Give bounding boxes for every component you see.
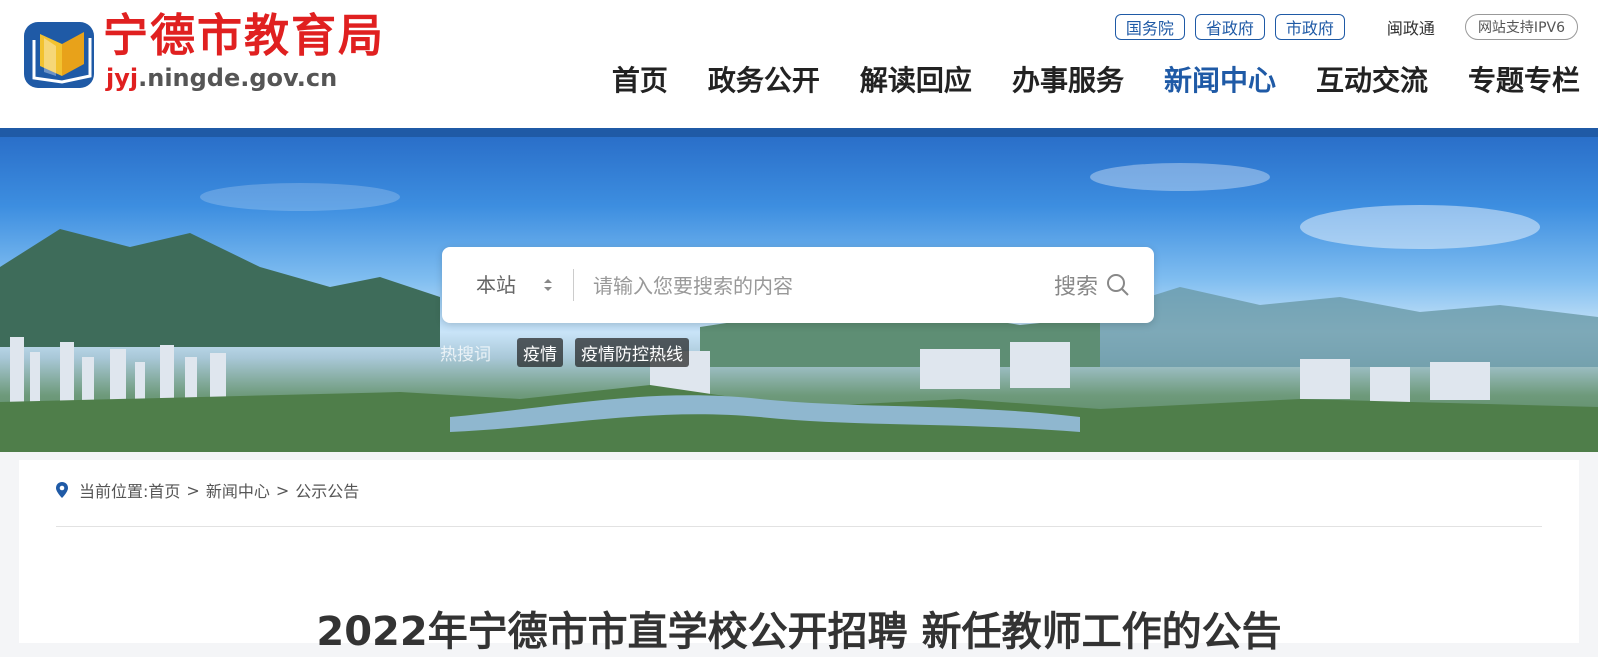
minzhengtong-link[interactable]: 闽政通: [1387, 15, 1435, 39]
search-scope-select[interactable]: 本站: [476, 247, 516, 323]
nav-interpretation[interactable]: 解读回应: [860, 61, 972, 101]
top-links: 国务院 省政府 市政府 闽政通 网站支持IPV6: [1105, 13, 1578, 41]
search-separator: [573, 269, 574, 301]
hot-search-words: 热搜词 疫情 疫情防控热线: [440, 338, 701, 367]
header-divider: [0, 128, 1598, 137]
hot-words-label: 热搜词: [440, 345, 491, 365]
breadcrumb-announcements[interactable]: 公示公告: [295, 478, 359, 502]
top-link-city-gov[interactable]: 市政府: [1274, 14, 1345, 40]
nav-special-topics[interactable]: 专题专栏: [1468, 61, 1580, 101]
main-nav: 首页 政务公开 解读回应 办事服务 新闻中心 互动交流 专题专栏: [572, 61, 1580, 101]
nav-gov-affairs[interactable]: 政务公开: [708, 61, 820, 101]
updown-arrow-icon[interactable]: [542, 277, 554, 293]
nav-home[interactable]: 首页: [612, 61, 668, 101]
breadcrumb-news-center[interactable]: 新闻中心: [206, 478, 270, 502]
breadcrumb-prefix: 当前位置:: [79, 482, 149, 501]
breadcrumb-separator: >: [275, 480, 290, 500]
article-title: 2022年宁德市市直学校公开招聘 新任教师工作的公告: [316, 608, 1282, 655]
breadcrumb-home[interactable]: 首页: [148, 478, 180, 502]
domain-prefix: jyj: [106, 64, 139, 92]
top-link-state-council[interactable]: 国务院: [1114, 14, 1185, 40]
nav-interaction[interactable]: 互动交流: [1316, 61, 1428, 101]
site-domain: jyj.ningde.gov.cn: [106, 62, 337, 94]
breadcrumb-separator: >: [186, 480, 200, 500]
education-bureau-logo-icon[interactable]: [22, 18, 100, 92]
hot-word-tag[interactable]: 疫情: [517, 338, 563, 367]
breadcrumb: 当前位置: 首页 > 新闻中心 > 公示公告: [55, 475, 359, 505]
site-header: 宁德市教育局 jyj.ningde.gov.cn 国务院 省政府 市政府 闽政通…: [0, 0, 1598, 128]
article-container: 当前位置: 首页 > 新闻中心 > 公示公告 2022年宁德市市直学校公开招聘 …: [19, 460, 1579, 655]
search-icon: [1107, 274, 1129, 296]
hot-word-tag[interactable]: 疫情防控热线: [575, 338, 689, 367]
domain-suffix: .ningde.gov.cn: [138, 64, 338, 92]
nav-news-center[interactable]: 新闻中心: [1164, 61, 1276, 101]
search-button-label: 搜索: [1053, 275, 1098, 300]
search-input[interactable]: [591, 265, 1015, 307]
site-title[interactable]: 宁德市教育局: [103, 8, 385, 64]
location-pin-icon: [56, 482, 68, 498]
ipv6-badge: 网站支持IPV6: [1464, 14, 1578, 40]
search-box: 本站 搜索: [442, 247, 1154, 323]
top-link-provincial-gov[interactable]: 省政府: [1194, 14, 1265, 40]
breadcrumb-divider: [56, 526, 1542, 527]
search-button[interactable]: 搜索: [1054, 247, 1130, 323]
nav-services[interactable]: 办事服务: [1012, 61, 1124, 101]
